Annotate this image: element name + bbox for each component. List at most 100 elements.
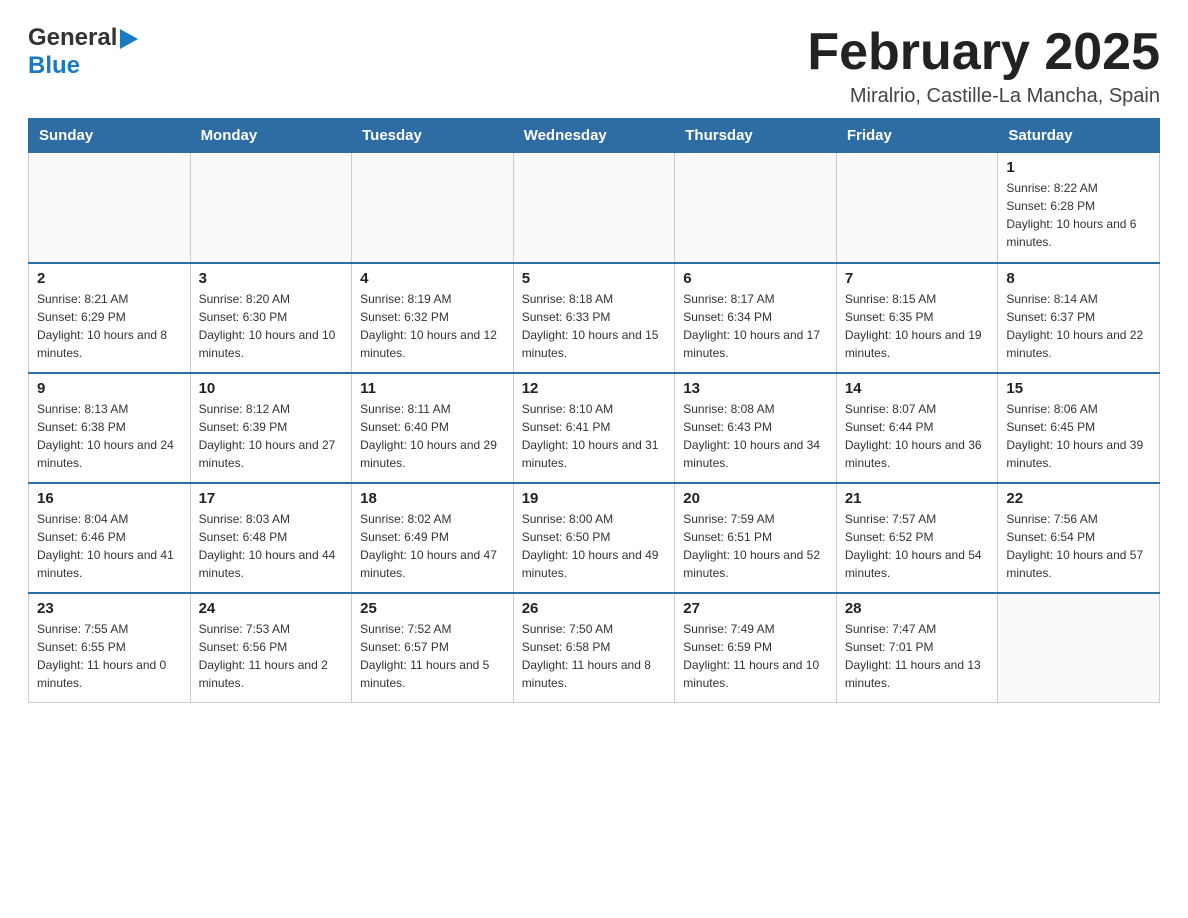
calendar-cell: 12 Sunrise: 8:10 AM Sunset: 6:41 PM Dayli… <box>513 373 675 483</box>
day-number: 17 <box>199 490 344 507</box>
calendar-cell <box>190 153 352 263</box>
calendar-table: SundayMondayTuesdayWednesdayThursdayFrid… <box>28 118 1160 703</box>
calendar-cell: 27 Sunrise: 7:49 AM Sunset: 6:59 PM Dayli… <box>675 593 837 703</box>
calendar-cell <box>998 593 1160 703</box>
calendar-week-row: 1Sunrise: 8:22 AM Sunset: 6:28 PM Daylig… <box>29 153 1160 263</box>
day-info: Sunrise: 7:49 AM Sunset: 6:59 PM Dayligh… <box>683 620 828 692</box>
calendar-week-row: 9 Sunrise: 8:13 AM Sunset: 6:38 PM Daylig… <box>29 373 1160 483</box>
calendar-cell: 13 Sunrise: 8:08 AM Sunset: 6:43 PM Dayli… <box>675 373 837 483</box>
day-number: 23 <box>37 600 182 617</box>
day-number: 11 <box>360 380 505 397</box>
day-info: Sunrise: 8:08 AM Sunset: 6:43 PM Dayligh… <box>683 400 828 472</box>
calendar-cell <box>675 153 837 263</box>
calendar-cell: 5Sunrise: 8:18 AM Sunset: 6:33 PM Daylig… <box>513 263 675 373</box>
day-info: Sunrise: 8:15 AM Sunset: 6:35 PM Dayligh… <box>845 290 990 362</box>
title-block: February 2025 Miralrio, Castille-La Manc… <box>807 24 1160 108</box>
day-info: Sunrise: 8:04 AM Sunset: 6:46 PM Dayligh… <box>37 510 182 582</box>
day-info: Sunrise: 7:59 AM Sunset: 6:51 PM Dayligh… <box>683 510 828 582</box>
day-info: Sunrise: 8:13 AM Sunset: 6:38 PM Dayligh… <box>37 400 182 472</box>
day-number: 7 <box>845 270 990 287</box>
calendar-cell: 25 Sunrise: 7:52 AM Sunset: 6:57 PM Dayli… <box>352 593 514 703</box>
day-number: 28 <box>845 600 990 617</box>
day-number: 12 <box>522 380 667 397</box>
logo: General Blue <box>28 24 138 80</box>
calendar-cell: 1Sunrise: 8:22 AM Sunset: 6:28 PM Daylig… <box>998 153 1160 263</box>
calendar-cell <box>836 153 998 263</box>
day-number: 14 <box>845 380 990 397</box>
day-info: Sunrise: 7:52 AM Sunset: 6:57 PM Dayligh… <box>360 620 505 692</box>
calendar-cell: 28 Sunrise: 7:47 AM Sunset: 7:01 PM Dayli… <box>836 593 998 703</box>
day-number: 25 <box>360 600 505 617</box>
calendar-week-row: 16 Sunrise: 8:04 AM Sunset: 6:46 PM Dayli… <box>29 483 1160 593</box>
day-info: Sunrise: 7:56 AM Sunset: 6:54 PM Dayligh… <box>1006 510 1151 582</box>
weekday-header-wednesday: Wednesday <box>513 119 675 153</box>
page-subtitle: Miralrio, Castille-La Mancha, Spain <box>807 85 1160 108</box>
logo-blue-text: Blue <box>28 52 80 80</box>
weekday-header-sunday: Sunday <box>29 119 191 153</box>
calendar-cell: 26 Sunrise: 7:50 AM Sunset: 6:58 PM Dayli… <box>513 593 675 703</box>
calendar-cell: 24Sunrise: 7:53 AM Sunset: 6:56 PM Dayli… <box>190 593 352 703</box>
calendar-cell: 21 Sunrise: 7:57 AM Sunset: 6:52 PM Dayli… <box>836 483 998 593</box>
day-info: Sunrise: 7:55 AM Sunset: 6:55 PM Dayligh… <box>37 620 182 692</box>
calendar-cell: 4Sunrise: 8:19 AM Sunset: 6:32 PM Daylig… <box>352 263 514 373</box>
day-info: Sunrise: 8:06 AM Sunset: 6:45 PM Dayligh… <box>1006 400 1151 472</box>
day-number: 8 <box>1006 270 1151 287</box>
calendar-cell: 20 Sunrise: 7:59 AM Sunset: 6:51 PM Dayli… <box>675 483 837 593</box>
weekday-header-thursday: Thursday <box>675 119 837 153</box>
calendar-cell: 23 Sunrise: 7:55 AM Sunset: 6:55 PM Dayli… <box>29 593 191 703</box>
day-info: Sunrise: 7:50 AM Sunset: 6:58 PM Dayligh… <box>522 620 667 692</box>
day-number: 16 <box>37 490 182 507</box>
day-number: 6 <box>683 270 828 287</box>
day-number: 19 <box>522 490 667 507</box>
day-info: Sunrise: 8:03 AM Sunset: 6:48 PM Dayligh… <box>199 510 344 582</box>
day-number: 26 <box>522 600 667 617</box>
day-info: Sunrise: 8:21 AM Sunset: 6:29 PM Dayligh… <box>37 290 182 362</box>
calendar-cell: 18 Sunrise: 8:02 AM Sunset: 6:49 PM Dayli… <box>352 483 514 593</box>
day-number: 21 <box>845 490 990 507</box>
day-number: 13 <box>683 380 828 397</box>
calendar-cell <box>29 153 191 263</box>
calendar-cell: 2 Sunrise: 8:21 AM Sunset: 6:29 PM Daylig… <box>29 263 191 373</box>
day-info: Sunrise: 8:10 AM Sunset: 6:41 PM Dayligh… <box>522 400 667 472</box>
calendar-cell: 9 Sunrise: 8:13 AM Sunset: 6:38 PM Daylig… <box>29 373 191 483</box>
calendar-cell <box>352 153 514 263</box>
logo-arrow-icon <box>120 29 138 49</box>
day-number: 4 <box>360 270 505 287</box>
day-info: Sunrise: 8:11 AM Sunset: 6:40 PM Dayligh… <box>360 400 505 472</box>
page-title: February 2025 <box>807 24 1160 81</box>
day-info: Sunrise: 7:57 AM Sunset: 6:52 PM Dayligh… <box>845 510 990 582</box>
logo-general-text: General <box>28 24 117 52</box>
day-number: 27 <box>683 600 828 617</box>
calendar-cell <box>513 153 675 263</box>
day-info: Sunrise: 7:47 AM Sunset: 7:01 PM Dayligh… <box>845 620 990 692</box>
day-number: 22 <box>1006 490 1151 507</box>
day-info: Sunrise: 8:17 AM Sunset: 6:34 PM Dayligh… <box>683 290 828 362</box>
day-info: Sunrise: 8:12 AM Sunset: 6:39 PM Dayligh… <box>199 400 344 472</box>
calendar-cell: 7 Sunrise: 8:15 AM Sunset: 6:35 PM Daylig… <box>836 263 998 373</box>
weekday-header-saturday: Saturday <box>998 119 1160 153</box>
calendar-cell: 11 Sunrise: 8:11 AM Sunset: 6:40 PM Dayli… <box>352 373 514 483</box>
day-number: 2 <box>37 270 182 287</box>
day-number: 18 <box>360 490 505 507</box>
calendar-cell: 3Sunrise: 8:20 AM Sunset: 6:30 PM Daylig… <box>190 263 352 373</box>
day-info: Sunrise: 8:02 AM Sunset: 6:49 PM Dayligh… <box>360 510 505 582</box>
calendar-cell: 19 Sunrise: 8:00 AM Sunset: 6:50 PM Dayli… <box>513 483 675 593</box>
calendar-cell: 8Sunrise: 8:14 AM Sunset: 6:37 PM Daylig… <box>998 263 1160 373</box>
day-number: 15 <box>1006 380 1151 397</box>
page-header: General Blue February 2025 Miralrio, Cas… <box>28 24 1160 108</box>
day-number: 5 <box>522 270 667 287</box>
weekday-header-monday: Monday <box>190 119 352 153</box>
day-number: 20 <box>683 490 828 507</box>
calendar-cell: 17 Sunrise: 8:03 AM Sunset: 6:48 PM Dayli… <box>190 483 352 593</box>
day-number: 9 <box>37 380 182 397</box>
calendar-cell: 22 Sunrise: 7:56 AM Sunset: 6:54 PM Dayli… <box>998 483 1160 593</box>
calendar-week-row: 2 Sunrise: 8:21 AM Sunset: 6:29 PM Daylig… <box>29 263 1160 373</box>
day-info: Sunrise: 8:00 AM Sunset: 6:50 PM Dayligh… <box>522 510 667 582</box>
calendar-header-row: SundayMondayTuesdayWednesdayThursdayFrid… <box>29 119 1160 153</box>
day-info: Sunrise: 8:22 AM Sunset: 6:28 PM Dayligh… <box>1006 179 1151 251</box>
day-info: Sunrise: 7:53 AM Sunset: 6:56 PM Dayligh… <box>199 620 344 692</box>
day-info: Sunrise: 8:07 AM Sunset: 6:44 PM Dayligh… <box>845 400 990 472</box>
calendar-cell: 6 Sunrise: 8:17 AM Sunset: 6:34 PM Daylig… <box>675 263 837 373</box>
calendar-cell: 10Sunrise: 8:12 AM Sunset: 6:39 PM Dayli… <box>190 373 352 483</box>
day-number: 3 <box>199 270 344 287</box>
